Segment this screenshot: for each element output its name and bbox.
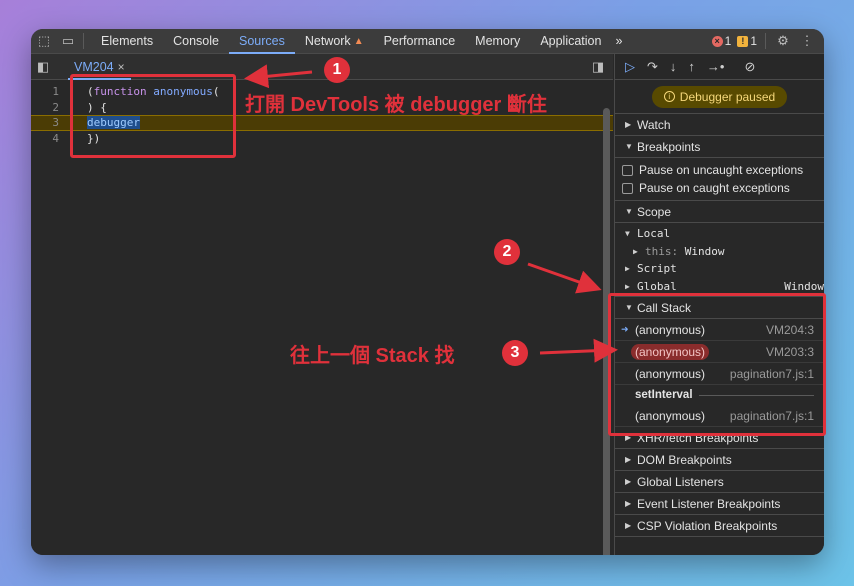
section-csp-label: CSP Violation Breakpoints [637, 518, 778, 533]
paused-status-row: i Debugger paused [615, 80, 824, 114]
call-stack-highlight-box [608, 293, 826, 436]
tab-elements[interactable]: Elements [91, 29, 163, 54]
expand-arrow-icon: ▶ [625, 455, 632, 464]
toggle-navigator-icon[interactable]: ◧ [34, 58, 52, 76]
collapse-arrow-icon: ▼ [625, 229, 630, 239]
inspect-element-icon[interactable]: ⬚ [35, 32, 53, 50]
pause-caught-label: Pause on caught exceptions [639, 181, 790, 195]
scope-this-key: this [645, 244, 672, 258]
step-3-text: 往上一個 Stack 找 [290, 345, 455, 367]
warning-count-badge[interactable]: ! 1 [737, 34, 757, 48]
scope-local[interactable]: ▼ Local [615, 225, 824, 243]
error-icon: × [711, 35, 723, 47]
section-scope[interactable]: ▼ Scope [615, 201, 824, 223]
step-into-icon[interactable]: ↓ [670, 59, 677, 74]
section-watch-label: Watch [637, 117, 671, 132]
expand-arrow-icon: ▶ [625, 281, 630, 291]
toolbar-divider [765, 33, 766, 49]
scope-script-label: Script [637, 262, 677, 276]
error-count-badge[interactable]: × 1 [711, 34, 732, 48]
line-number[interactable]: 3 [31, 116, 67, 129]
section-breakpoints[interactable]: ▼ Breakpoints [615, 136, 824, 158]
step-1-badge: 1 [324, 57, 350, 83]
pause-uncaught-label: Pause on uncaught exceptions [639, 163, 804, 177]
line-number[interactable]: 2 [31, 101, 67, 114]
scope-tree: ▼ Local ▶ this: Window ▶ Script ▶ Global Wind… [615, 223, 824, 297]
code-highlight-box [70, 74, 236, 158]
expand-arrow-icon: ▶ [625, 120, 632, 129]
deactivate-breakpoints-icon[interactable]: ⊘ [744, 59, 755, 75]
step-2-badge: 2 [494, 239, 520, 265]
scope-local-label: Local [637, 227, 671, 241]
tab-performance[interactable]: Performance [374, 29, 466, 54]
file-tab-label: VM204 [74, 59, 114, 74]
toolbar-divider [83, 33, 84, 49]
pause-uncaught-option[interactable]: Pause on uncaught exceptions [615, 161, 824, 179]
devtools-tab-bar: ⬚ ▭ Elements Console Sources Network ▲ Pe… [31, 29, 824, 54]
section-breakpoints-label: Breakpoints [637, 139, 701, 154]
section-watch[interactable]: ▶ Watch [615, 114, 824, 136]
settings-gear-icon[interactable]: ⚙ [774, 32, 792, 50]
warning-icon: ▲ [353, 35, 364, 47]
tab-network[interactable]: Network ▲ [295, 29, 374, 54]
debugger-paused-badge: i Debugger paused [651, 85, 788, 108]
scope-script[interactable]: ▶ Script [615, 260, 824, 278]
section-global-listeners-label: Global Listeners [637, 474, 724, 489]
expand-arrow-icon: ▶ [625, 477, 632, 486]
section-scope-label: Scope [637, 204, 672, 219]
tab-network-label: Network [304, 34, 351, 48]
section-event-listener-label: Event Listener Breakpoints [637, 496, 781, 511]
more-options-icon[interactable]: ⋮ [798, 32, 816, 50]
expand-arrow-icon: ▶ [625, 499, 632, 508]
section-event-listener-breakpoints[interactable]: ▶ Event Listener Breakpoints [615, 493, 824, 515]
step-3-badge: 3 [502, 340, 528, 366]
section-global-listeners[interactable]: ▶ Global Listeners [615, 471, 824, 493]
paused-label: Debugger paused [679, 89, 776, 104]
collapse-arrow-icon: ▼ [625, 207, 633, 216]
tab-sources[interactable]: Sources [229, 29, 295, 54]
scope-global-value: Window [784, 279, 824, 293]
toggle-debugger-icon[interactable]: ◨ [589, 58, 607, 76]
tab-memory[interactable]: Memory [465, 29, 530, 54]
pause-caught-option[interactable]: Pause on caught exceptions [615, 179, 824, 197]
warning-count: 1 [750, 34, 757, 48]
step-1-text: 打開 DevTools 被 debugger 斷住 [245, 94, 547, 116]
checkbox[interactable] [622, 182, 633, 194]
expand-arrow-icon: ▶ [633, 246, 638, 256]
checkbox[interactable] [622, 164, 633, 176]
info-icon: i [663, 91, 675, 102]
step-out-icon[interactable]: ↑ [688, 59, 695, 74]
section-dom-breakpoints[interactable]: ▶ DOM Breakpoints [615, 449, 824, 471]
collapse-arrow-icon: ▼ [625, 142, 633, 151]
section-csp-breakpoints[interactable]: ▶ CSP Violation Breakpoints [615, 515, 824, 537]
step-icon[interactable]: →• [707, 59, 725, 74]
tab-application[interactable]: Application [530, 29, 611, 54]
scope-this-value: Window [684, 244, 725, 258]
debugger-controls: ▷ ↷ ↓ ↑ →• ⊘ [615, 54, 824, 80]
line-number[interactable]: 1 [31, 85, 67, 98]
breakpoints-options: Pause on uncaught exceptions Pause on ca… [615, 158, 824, 201]
line-number[interactable]: 4 [31, 132, 67, 145]
expand-arrow-icon: ▶ [625, 264, 630, 274]
resume-icon[interactable]: ▷ [625, 59, 635, 75]
scope-this[interactable]: ▶ this: Window [615, 243, 824, 261]
scope-global-label: Global [637, 279, 677, 293]
device-toolbar-icon[interactable]: ▭ [59, 32, 77, 50]
toolbar-right: × 1 ! 1 ⚙ ⋮ [711, 32, 824, 50]
close-tab-icon[interactable]: × [118, 60, 125, 74]
issue-icon: ! [737, 35, 749, 47]
step-over-icon[interactable]: ↷ [647, 59, 658, 75]
section-dom-label: DOM Breakpoints [637, 452, 732, 467]
tab-console[interactable]: Console [163, 29, 229, 54]
error-count: 1 [724, 34, 732, 48]
expand-arrow-icon: ▶ [625, 521, 632, 530]
more-tabs-button[interactable]: » [611, 29, 626, 54]
